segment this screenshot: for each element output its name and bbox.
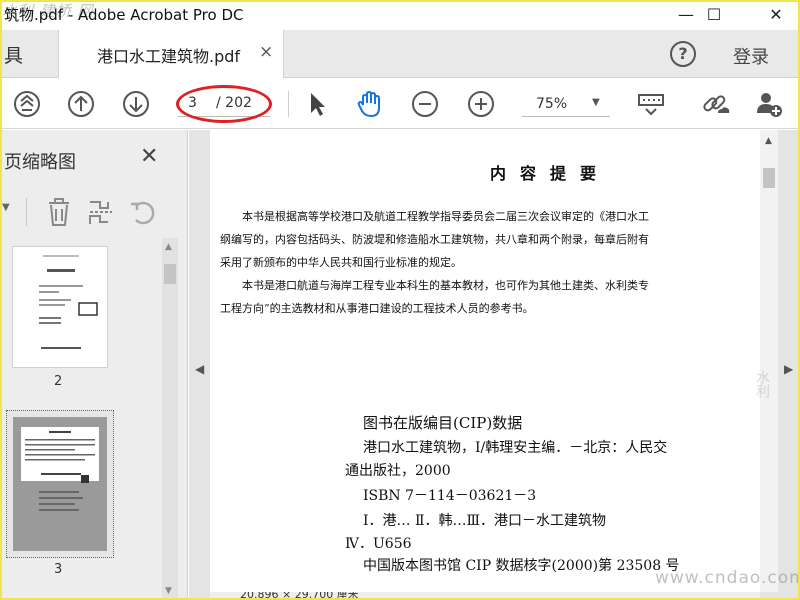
maximize-button[interactable]: ☐ bbox=[694, 2, 734, 26]
thumbnail-page-3-selected[interactable] bbox=[6, 410, 114, 558]
doc-scroll-up-icon[interactable]: ▲ bbox=[765, 136, 772, 146]
cip-line-2: 通出版社，2000 bbox=[345, 463, 451, 479]
page-size-status: 20.896 × 29.700 厘米 bbox=[210, 592, 760, 600]
paragraph-line-3: 采用了新颁布的中华人民共和国行业标准的规定。 bbox=[220, 256, 462, 269]
share-link-icon[interactable] bbox=[700, 89, 730, 119]
document-viewer: ◀ 内容提要 本书是根据高等学校港口及航道工程教学指导委员会二届三次会议审定的《… bbox=[189, 130, 800, 600]
tab-document[interactable]: 港口水工建筑物.pdf × bbox=[58, 30, 284, 78]
pdf-page: 内容提要 本书是根据高等学校港口及航道工程教学指导委员会二届三次会议审定的《港口… bbox=[210, 130, 760, 592]
tab-tools[interactable]: 具 bbox=[0, 30, 58, 78]
delete-page-icon[interactable] bbox=[44, 196, 74, 228]
select-cursor-icon[interactable] bbox=[302, 89, 332, 119]
toolbar-divider bbox=[288, 91, 289, 117]
close-window-button[interactable]: ✕ bbox=[756, 2, 796, 26]
zoom-value: 75% bbox=[536, 96, 568, 112]
hand-tool-icon[interactable] bbox=[355, 89, 385, 119]
scroll-up-icon[interactable]: ▲ bbox=[165, 242, 172, 252]
page-thumbnails-panel: 页缩略图 ✕ ▼ 2 3 ▲ ▼ bbox=[0, 130, 188, 600]
paragraph-line-4: 本书是港口航道与海岸工程专业本科生的基本教材，也可作为其他土建类、水利类专 bbox=[242, 279, 649, 292]
tab-document-label: 港口水工建筑物.pdf bbox=[97, 47, 241, 66]
first-page-icon[interactable] bbox=[12, 89, 42, 119]
zoom-dropdown-icon[interactable]: ▼ bbox=[592, 97, 600, 108]
doc-scroll-thumb[interactable] bbox=[763, 168, 775, 188]
extract-pages-icon[interactable] bbox=[86, 196, 116, 228]
scroll-thumb[interactable] bbox=[164, 264, 176, 284]
watermark-side: 水利 bbox=[754, 370, 770, 398]
thumbnail-page-3 bbox=[13, 417, 107, 551]
annotation-oval bbox=[176, 85, 272, 123]
cip-line-5: Ⅳ．U656 bbox=[345, 536, 412, 552]
tab-close-icon[interactable]: × bbox=[259, 42, 273, 62]
panel-toolbar-divider bbox=[26, 198, 27, 226]
zoom-select[interactable]: 75% ▼ bbox=[522, 91, 610, 117]
watermark-bottom-right: www.cndao.com bbox=[655, 568, 800, 588]
add-user-icon[interactable] bbox=[754, 89, 784, 119]
previous-page-icon[interactable] bbox=[66, 89, 96, 119]
thumbnail-label-3: 3 bbox=[54, 562, 63, 577]
panel-toolbar: ▼ bbox=[0, 192, 188, 232]
thumbnail-label-2: 2 bbox=[54, 374, 63, 389]
rotate-page-icon[interactable] bbox=[128, 196, 158, 228]
panel-close-icon[interactable]: ✕ bbox=[140, 144, 158, 169]
thumbnail-scrollbar[interactable]: ▲ ▼ bbox=[162, 238, 178, 600]
collapse-left-icon[interactable]: ◀ bbox=[195, 362, 204, 376]
cip-heading: 图书在版编目(CIP)数据 bbox=[363, 414, 523, 432]
paragraph-line-2: 纲编写的，内容包括码头、防波堤和修造船水工建筑物，共八章和两个附录，每章后附有 bbox=[220, 233, 649, 246]
cip-line-6: 中国版本图书馆 CIP 数据核字(2000)第 23508 号 bbox=[363, 558, 680, 574]
paragraph-line-1: 本书是根据高等学校港口及航道工程教学指导委员会二届三次会议审定的《港口水工 bbox=[242, 210, 649, 223]
cip-line-4: Ⅰ．港… Ⅱ．韩…Ⅲ．港口－水工建筑物 bbox=[363, 513, 606, 529]
document-heading: 内容提要 bbox=[490, 164, 611, 183]
cip-isbn: ISBN 7－114－03621－3 bbox=[363, 488, 537, 504]
document-scrollbar[interactable]: ▲ bbox=[760, 130, 778, 592]
window-title: 筑物.pdf - Adobe Acrobat Pro DC bbox=[4, 6, 244, 24]
tab-bar: 具 港口水工建筑物.pdf × ? 登录 bbox=[0, 30, 800, 78]
page-dimensions: 20.896 × 29.700 厘米 bbox=[240, 592, 359, 600]
keyboard-scroll-icon[interactable] bbox=[636, 89, 666, 119]
scroll-down-icon[interactable]: ▼ bbox=[165, 586, 172, 596]
zoom-out-icon[interactable] bbox=[410, 89, 440, 119]
help-button[interactable]: ? bbox=[670, 41, 696, 67]
cip-line-1: 港口水工建筑物，I/韩理安主编．－北京：人民交 bbox=[363, 440, 668, 456]
toolbar: 3 / 202 75% ▼ bbox=[0, 79, 800, 129]
paragraph-line-5: 工程方向”的主选教材和从事港口建设的工程技术人员的参考书。 bbox=[220, 302, 534, 315]
panel-title: 页缩略图 bbox=[4, 152, 76, 173]
title-bar: 水利 建桥 网 筑物.pdf - Adobe Acrobat Pro DC — … bbox=[0, 0, 800, 30]
login-button[interactable]: 登录 bbox=[733, 43, 769, 69]
options-dropdown-icon[interactable]: ▼ bbox=[2, 202, 10, 213]
collapse-right-icon[interactable]: ▶ bbox=[784, 362, 793, 376]
thumbnail-page-2[interactable] bbox=[12, 246, 108, 368]
zoom-in-icon[interactable] bbox=[466, 89, 496, 119]
thumbnail-list: 2 3 bbox=[0, 238, 160, 600]
next-page-icon[interactable] bbox=[121, 89, 151, 119]
